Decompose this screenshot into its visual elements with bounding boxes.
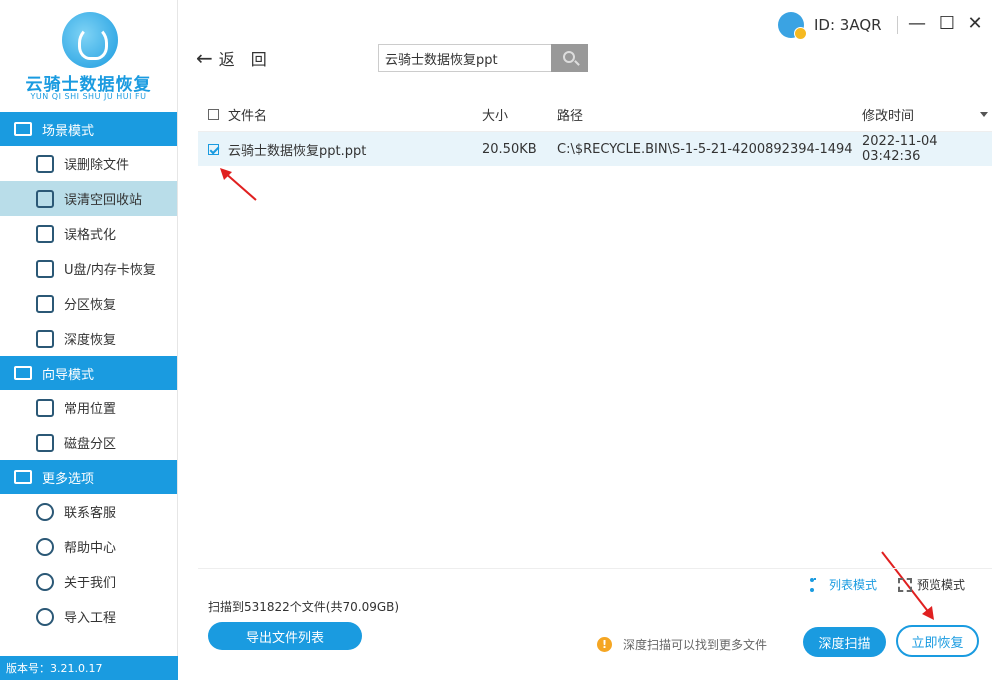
table-row[interactable]: 云骑士数据恢复ppt.ppt 20.50KB C:\$RECYCLE.BIN\S…	[198, 132, 992, 166]
section-title: 向导模式	[42, 367, 95, 383]
preview-mode-label: 预览模式	[917, 578, 966, 592]
search-input[interactable]	[378, 44, 551, 72]
window-controls-divider	[897, 16, 898, 34]
partition-icon	[36, 294, 54, 313]
nav-item-label: 关于我们	[64, 576, 117, 591]
sort-caret-icon[interactable]	[980, 112, 988, 117]
app-subtitle: YUN QI SHI SHU JU HUI FU	[30, 92, 147, 101]
sd-card-icon	[36, 259, 54, 278]
nav-item-partition-recovery[interactable]: 分区恢复	[0, 286, 177, 321]
file-table: 文件名 大小 路径 修改时间 云骑士数据恢复ppt.ppt 20.50KB C:…	[198, 98, 992, 568]
section-title: 场景模式	[42, 123, 95, 139]
recycle-bin-icon	[36, 189, 54, 208]
recover-now-button[interactable]: 立即恢复	[896, 625, 979, 657]
section-more-options: 更多选项	[0, 460, 177, 494]
export-file-list-button[interactable]: 导出文件列表	[208, 622, 362, 650]
preview-view-icon	[898, 577, 912, 592]
nav-item-deep-recovery[interactable]: 深度恢复	[0, 321, 177, 356]
select-all-checkbox[interactable]	[208, 109, 219, 120]
close-button[interactable]: ✕	[964, 12, 986, 36]
help-icon	[36, 537, 54, 556]
nav-item-help-center[interactable]: 帮助中心	[0, 529, 177, 564]
search-button[interactable]	[551, 44, 588, 72]
delete-file-icon	[36, 154, 54, 173]
nav-item-label: 联系客服	[64, 506, 117, 521]
back-button[interactable]: ← 返 回	[196, 46, 267, 70]
disk-icon	[36, 433, 54, 452]
maximize-button[interactable]: ☐	[936, 12, 958, 36]
signpost-icon	[14, 366, 32, 380]
deep-recovery-icon	[36, 329, 54, 348]
nav-item-format[interactable]: 误格式化	[0, 216, 177, 251]
row-time: 2022-11-04 03:42:36	[862, 134, 938, 164]
version-label: 版本号：3.21.0.17	[0, 656, 178, 680]
row-checkbox[interactable]	[208, 143, 219, 155]
list-mode-label: 列表模式	[829, 578, 878, 592]
nav-item-deleted-files[interactable]: 误删除文件	[0, 146, 177, 181]
user-id-label: ID: 3AQR	[814, 16, 882, 34]
user-avatar-icon	[778, 12, 807, 40]
list-mode-button[interactable]: 列表模式	[810, 576, 877, 593]
annotation-arrow-checkbox	[220, 168, 257, 201]
menu-icon	[14, 470, 32, 484]
section-wizard-mode: 向导模式	[0, 356, 177, 390]
deep-scan-hint: ! 深度扫描可以找到更多文件	[597, 636, 767, 653]
windows-icon	[36, 398, 54, 417]
back-label: 返 回	[218, 50, 267, 69]
nav-item-label: 深度恢复	[64, 333, 117, 348]
minimize-button[interactable]: —	[906, 12, 928, 36]
user-id[interactable]: ID: 3AQR	[778, 12, 882, 40]
bottom-divider	[198, 568, 992, 569]
section-title: 更多选项	[42, 471, 95, 487]
nav-item-label: 误清空回收站	[64, 193, 143, 208]
deep-scan-button[interactable]: 深度扫描	[803, 627, 886, 657]
hint-text: 深度扫描可以找到更多文件	[623, 638, 768, 652]
logo-icon	[62, 12, 118, 68]
warning-icon: !	[597, 637, 612, 652]
nav-item-label: U盘/内存卡恢复	[64, 263, 156, 278]
row-size: 20.50KB	[482, 141, 537, 157]
nav-item-label: 磁盘分区	[64, 437, 117, 452]
nav-item-common-locations[interactable]: 常用位置	[0, 390, 177, 425]
header-size[interactable]: 大小	[482, 105, 508, 124]
header-name[interactable]: 文件名	[228, 105, 267, 124]
row-name: 云骑士数据恢复ppt.ppt	[228, 143, 367, 159]
list-view-icon	[810, 577, 824, 592]
header-time[interactable]: 修改时间	[862, 105, 914, 124]
sidebar: 云骑士数据恢复 YUN QI SHI SHU JU HUI FU 场景模式 误删…	[0, 0, 178, 680]
import-icon	[36, 607, 54, 626]
arrow-left-icon: ←	[196, 46, 213, 70]
nav-item-import-project[interactable]: 导入工程	[0, 599, 177, 634]
info-icon	[36, 572, 54, 591]
nav-item-recycle-bin[interactable]: 误清空回收站	[0, 181, 177, 216]
scene-mode-icon	[14, 122, 32, 136]
nav-item-label: 误删除文件	[64, 158, 130, 173]
table-header: 文件名 大小 路径 修改时间	[198, 98, 992, 132]
nav-item-contact-support[interactable]: 联系客服	[0, 494, 177, 529]
row-path: C:\$RECYCLE.BIN\S-1-5-21-4200892394-1494…	[557, 141, 853, 157]
preview-mode-button[interactable]: 预览模式	[898, 576, 965, 593]
phone-icon	[36, 502, 54, 521]
section-scene-mode: 场景模式	[0, 112, 177, 146]
nav-item-label: 分区恢复	[64, 298, 117, 313]
nav-item-label: 帮助中心	[64, 541, 117, 556]
nav-item-usb-sd[interactable]: U盘/内存卡恢复	[0, 251, 177, 286]
nav-item-label: 误格式化	[64, 228, 117, 243]
format-disk-icon	[36, 224, 54, 243]
header-path[interactable]: 路径	[557, 105, 853, 124]
nav-item-label: 导入工程	[64, 611, 117, 626]
nav-item-about-us[interactable]: 关于我们	[0, 564, 177, 599]
scan-info: 扫描到531822个文件(共70.09GB)	[208, 600, 400, 614]
nav-item-label: 常用位置	[64, 402, 117, 417]
nav-item-disk-partition[interactable]: 磁盘分区	[0, 425, 177, 460]
logo-area: 云骑士数据恢复 YUN QI SHI SHU JU HUI FU	[0, 0, 177, 112]
